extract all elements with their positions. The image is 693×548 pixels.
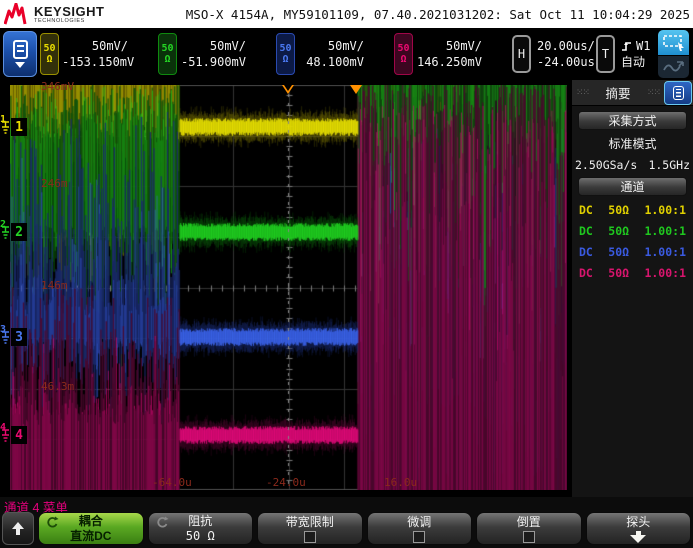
chevron-down-icon (15, 62, 25, 68)
softkey-fine-adjust-label: 微调 (407, 514, 432, 529)
softkey-impedance[interactable]: 阻抗 50 Ω (147, 512, 253, 545)
channel-3-scale: 50mV/ (327, 39, 364, 53)
softkey-fine-adjust[interactable]: 微调 (366, 512, 472, 545)
channel-1-scale: 50mV/ (91, 39, 128, 53)
channel-4-position-label[interactable]: 4 (11, 426, 27, 444)
channel-1-impedance-badge: 50 Ω (40, 33, 59, 75)
softkey-bandwidth-limit[interactable]: 带宽限制 (257, 512, 363, 545)
channel-4-offset: 146.250mV (416, 55, 482, 69)
graticule-waveform-canvas (10, 85, 567, 490)
drag-handle-right-icon[interactable]: ⁙⁙ (643, 88, 664, 98)
channel-2-offset: -51.900mV (180, 55, 246, 69)
timebase-delay: -24.00us (537, 55, 595, 69)
zone-select-icon (662, 34, 684, 51)
channel-2-summary-row: DC 50Ω 1.00:1 (579, 224, 686, 238)
channel-3-ground-icon[interactable]: 3 (0, 323, 10, 353)
sample-rate: 2.50GSa/s (575, 158, 638, 172)
back-button[interactable] (2, 512, 34, 545)
channel-4-scale: 50mV/ (445, 39, 482, 53)
channel-2-ground-icon[interactable]: 2 (0, 218, 10, 248)
channel-4-summary-row: DC 50Ω 1.00:1 (579, 266, 686, 280)
bandwidth-limit-checkbox[interactable] (303, 530, 316, 543)
channel-1-position-label[interactable]: 1 (11, 118, 27, 136)
summary-sidebar: ⁙⁙ 摘要 ⁙⁙ 采集方式 标准模式 2.50GSa/s 1.5GHz 通道 D… (570, 80, 693, 497)
softkey-coupling[interactable]: 耦合 直流DC (38, 512, 144, 545)
instrument-status-line: MSO-X 4154A, MY59101109, 07.40.202103120… (185, 7, 690, 22)
rising-edge-icon (622, 42, 631, 51)
softkey-invert-label: 倒置 (516, 514, 541, 529)
softkey-probe-label: 探头 (626, 514, 651, 529)
softkey-coupling-value: 直流DC (70, 528, 112, 543)
timebase-scale: 20.00us/ (537, 39, 595, 53)
bandwidth: 1.5GHz (648, 158, 690, 172)
brand-name: KEYSIGHT (34, 3, 105, 19)
up-arrow-icon (12, 522, 24, 535)
cycle-icon (156, 516, 168, 528)
softkey-probe[interactable]: 探头 (585, 512, 691, 545)
channel-2-impedance-badge: 50 Ω (158, 33, 177, 75)
keysight-spark-icon (4, 3, 27, 25)
softkey-coupling-label: 耦合 (78, 513, 103, 528)
main-menu-button[interactable] (3, 31, 37, 77)
settings-bar: 50 Ω 50mV/ -153.150mV 50 Ω 50mV/ -51.900mV… (0, 28, 693, 80)
header-bar: KEYSIGHT TECHNOLOGIES MSO-X 4154A, MY591… (0, 0, 693, 28)
trigger-position-marker[interactable] (350, 85, 362, 94)
softkey-impedance-label: 阻抗 (188, 513, 213, 528)
sidebar-menu-icon (672, 85, 684, 100)
channel-3-impedance-badge: 50 Ω (276, 33, 295, 75)
horizontal-settings[interactable]: H 20.00us/ -24.00us (512, 32, 595, 76)
channel-2-settings[interactable]: 50 Ω 50mV/ -51.900mV (158, 32, 246, 76)
channel-3-offset: 48.100mV (306, 55, 364, 69)
trigger-settings[interactable]: T W1 自动 (596, 32, 650, 76)
channel-4-impedance-badge: 50 Ω (394, 33, 413, 75)
channel-2-scale: 50mV/ (209, 39, 246, 53)
channel-4-ground-icon[interactable]: 4 (0, 421, 10, 451)
waveform-drag-button[interactable] (658, 56, 689, 78)
channel-3-settings[interactable]: 50 Ω 50mV/ 48.100mV (276, 32, 364, 76)
down-arrow-icon (630, 530, 647, 543)
time-reference-marker-hollow (283, 85, 292, 91)
zone-touch-trigger-button[interactable] (658, 30, 689, 55)
trigger-mode: 自动 (621, 55, 646, 69)
channel-3-summary-row: DC 50Ω 1.00:1 (579, 245, 686, 259)
trigger-source: W1 (636, 39, 651, 53)
acquisition-mode-button[interactable]: 采集方式 (578, 111, 687, 130)
waveform-arrow-icon (662, 61, 684, 72)
sidebar-menu-button[interactable] (664, 80, 692, 105)
horizontal-badge: H (512, 35, 531, 73)
channel-1-ground-icon[interactable]: 1 (0, 113, 10, 143)
softkey-bandwidth-limit-label: 带宽限制 (285, 514, 334, 529)
acquisition-mode-value: 标准模式 (608, 137, 657, 151)
invert-checkbox[interactable] (522, 530, 535, 543)
channel-1-summary-row: DC 50Ω 1.00:1 (579, 203, 686, 217)
fine-adjust-checkbox[interactable] (413, 530, 426, 543)
channels-button[interactable]: 通道 (578, 177, 687, 196)
cycle-icon (47, 516, 59, 528)
trigger-badge: T (596, 35, 615, 73)
menu-list-icon (12, 40, 28, 59)
keysight-logo: KEYSIGHT TECHNOLOGIES (0, 3, 104, 25)
channel-4-settings[interactable]: 50 Ω 50mV/ 146.250mV (394, 32, 482, 76)
channel-2-position-label[interactable]: 2 (11, 223, 27, 241)
channel-3-position-label[interactable]: 3 (11, 328, 27, 346)
drag-handle-left-icon[interactable]: ⁙⁙ (572, 88, 593, 98)
oscilloscope-screen: KEYSIGHT TECHNOLOGIES MSO-X 4154A, MY591… (0, 0, 693, 548)
channel-1-offset: -153.150mV (62, 55, 135, 69)
channel-1-settings[interactable]: 50 Ω 50mV/ -153.150mV (40, 32, 135, 76)
sidebar-titlebar[interactable]: ⁙⁙ 摘要 ⁙⁙ (572, 80, 693, 106)
sidebar-title: 摘要 (605, 87, 631, 101)
softkey-menu-bar: 通道 4 菜单 耦合 直流DC 阻抗 50 Ω 带宽限制 微调 倒置 探头 (0, 497, 693, 548)
softkey-invert[interactable]: 倒置 (476, 512, 582, 545)
softkey-impedance-value: 50 Ω (185, 528, 215, 543)
